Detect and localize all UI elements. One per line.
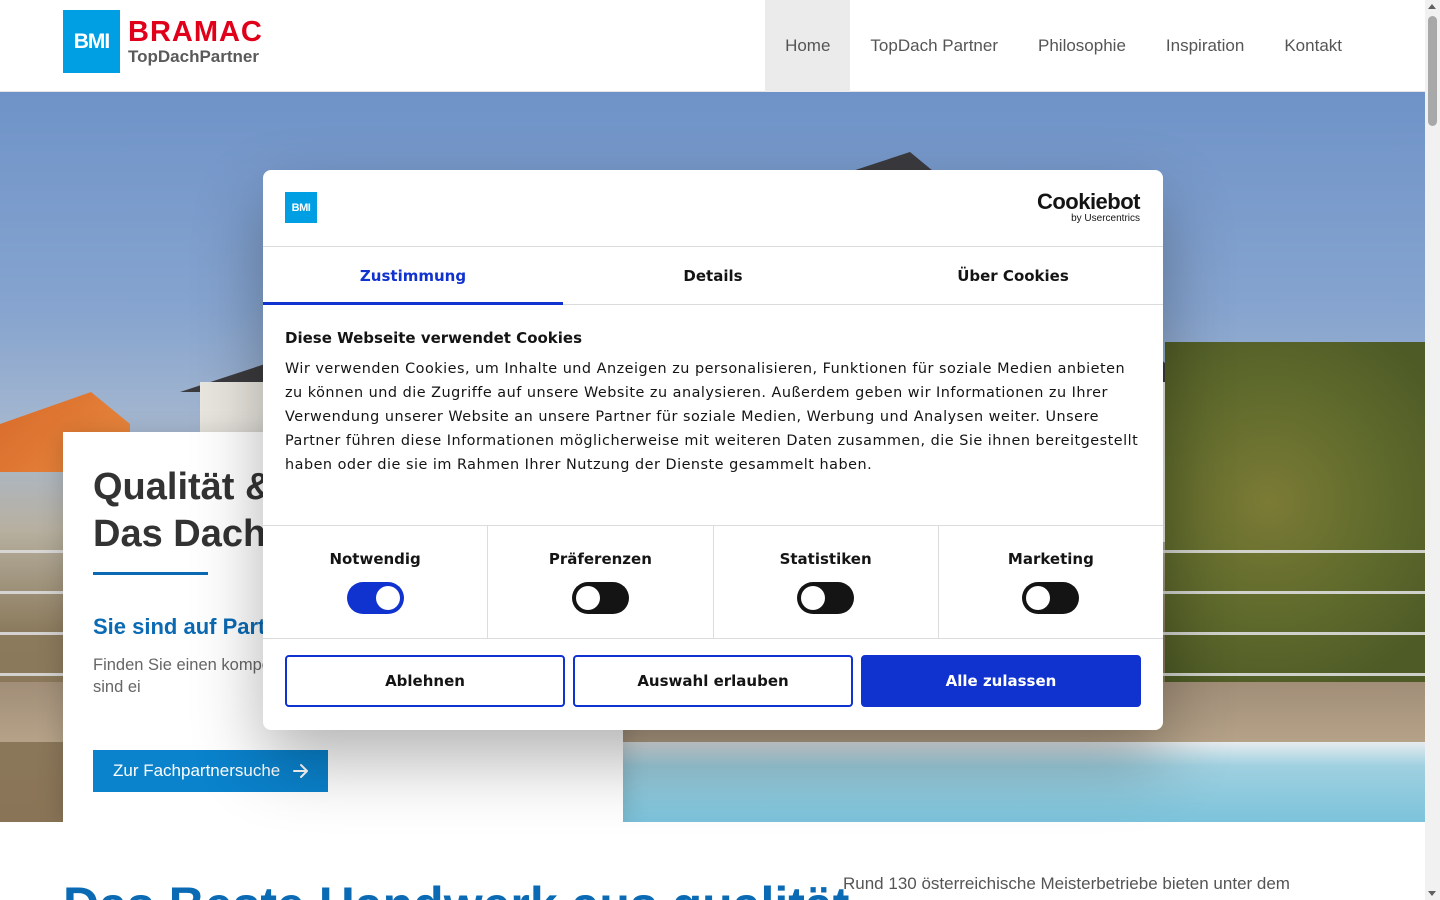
cookie-bmi-logo: BMI	[285, 192, 317, 223]
allow-selection-button[interactable]: Auswahl erlauben	[573, 655, 853, 707]
section-title: Das Beste Handwerk aus qualität	[63, 880, 849, 900]
tab-ueber-cookies[interactable]: Über Cookies	[863, 247, 1163, 304]
cookie-text: Wir verwenden Cookies, um Inhalte und An…	[285, 361, 1139, 473]
nav-item-topdach-partner[interactable]: TopDach Partner	[850, 0, 1018, 92]
toggle-label-statistiken: Statistiken	[779, 550, 872, 568]
tab-details[interactable]: Details	[563, 247, 863, 304]
arrow-right-icon	[293, 764, 309, 778]
toggle-cell-notwendig: Notwendig	[263, 526, 489, 638]
logo-subtitle: TopDachPartner	[128, 47, 259, 66]
logo-wordmark: BRAMAC TopDachPartner	[128, 10, 263, 74]
cookiebot-logo[interactable]: Cookiebot by Usercentrics	[1036, 189, 1141, 225]
hero-subtitle: Sie sind auf Part	[93, 614, 266, 639]
nav-item-philosophie[interactable]: Philosophie	[1018, 0, 1146, 92]
hero-title-underline	[93, 572, 208, 575]
cookie-category-toggles: Notwendig Präferenzen Statistiken Market…	[263, 526, 1163, 639]
main-nav: Home TopDach Partner Philosophie Inspira…	[765, 0, 1362, 92]
scroll-down-arrow-icon[interactable]	[1428, 891, 1436, 896]
cookiebot-brand: Cookiebot	[1036, 189, 1141, 214]
cookie-body: Diese Webseite verwendet Cookies Wir ver…	[263, 305, 1163, 526]
page-scrollbar[interactable]	[1425, 0, 1440, 900]
toggle-cell-praeferenzen: Präferenzen	[488, 526, 714, 638]
partner-search-button[interactable]: Zur Fachpartnersuche	[93, 750, 329, 792]
cookie-heading: Diese Webseite verwendet Cookies	[285, 329, 583, 347]
cookiebot-brand-sub: by Usercentrics	[1071, 213, 1140, 224]
toggle-switch-marketing[interactable]	[1022, 582, 1080, 614]
nav-item-inspiration[interactable]: Inspiration	[1146, 0, 1264, 92]
scrollbar-thumb[interactable]	[1428, 16, 1437, 126]
partner-search-button-label: Zur Fachpartnersuche	[113, 761, 281, 780]
cookie-dialog-header: BMI Cookiebot by Usercentrics	[263, 170, 1163, 247]
logo-brand: BRAMAC	[128, 16, 263, 48]
cookie-buttons: Ablehnen Auswahl erlauben Alle zulassen	[263, 639, 1163, 707]
nav-item-home[interactable]: Home	[765, 0, 851, 92]
toggle-switch-statistiken[interactable]	[797, 582, 855, 614]
toggle-label-notwendig: Notwendig	[329, 550, 421, 568]
tab-zustimmung[interactable]: Zustimmung	[263, 247, 563, 305]
toggle-cell-statistiken: Statistiken	[714, 526, 939, 638]
nav-item-kontakt[interactable]: Kontakt	[1264, 0, 1362, 92]
decline-button[interactable]: Ablehnen	[285, 655, 565, 707]
toggle-label-praeferenzen: Präferenzen	[548, 550, 652, 568]
scroll-up-arrow-icon[interactable]	[1428, 4, 1436, 9]
site-header: BMI BRAMAC TopDachPartner Home TopDach P…	[0, 0, 1425, 92]
cookie-tabs: Zustimmung Details Über Cookies	[263, 247, 1163, 305]
toggle-cell-marketing: Marketing	[939, 526, 1163, 638]
section-text: Rund 130 österreichische Meisterbetriebe…	[843, 874, 1307, 900]
toggle-switch-notwendig[interactable]	[346, 582, 404, 614]
hero-image-pool	[623, 742, 1425, 822]
toggle-switch-praeferenzen[interactable]	[571, 582, 629, 614]
toggle-label-marketing: Marketing	[1007, 550, 1094, 568]
cookie-consent-dialog: BMI Cookiebot by Usercentrics Zustimmung…	[263, 170, 1163, 730]
allow-all-button[interactable]: Alle zulassen	[861, 655, 1141, 707]
bramac-logo[interactable]: BMI BRAMAC TopDachPartner	[63, 10, 263, 74]
bmi-logo-mark: BMI	[63, 10, 120, 73]
